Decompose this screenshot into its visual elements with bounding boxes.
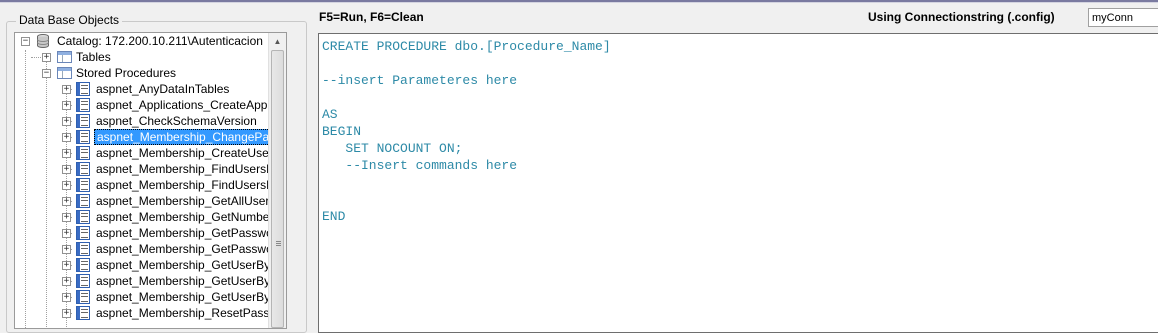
tree-node-label: aspnet_Membership_GetUserByE	[96, 258, 279, 272]
expand-icon[interactable]: +	[62, 293, 71, 302]
window-top-border-inner	[0, 2, 1158, 3]
code-line: --insert Parameteres here	[322, 73, 518, 88]
tree-node-label: Catalog: 172.200.10.211\Autenticacion	[57, 34, 263, 48]
expand-icon[interactable]: +	[42, 53, 51, 62]
tree-node-label: aspnet_Membership_ResetPassw	[96, 306, 279, 320]
collapse-icon[interactable]: −	[42, 69, 51, 78]
tree-node-label: aspnet_Membership_FindUsersBy	[96, 178, 281, 192]
stored-procedure-icon	[76, 306, 90, 320]
tree-scrollbar[interactable]: ▲	[268, 33, 286, 328]
shortcut-hint: F5=Run, F6=Clean	[319, 10, 424, 24]
stored-procedure-icon	[76, 146, 90, 160]
tree-node-label: aspnet_Membership_ChangePass	[94, 129, 285, 145]
db-objects-title: Data Base Objects	[16, 13, 123, 27]
grip-icon	[276, 241, 281, 242]
tree-node-label: aspnet_AnyDataInTables	[96, 82, 230, 96]
scroll-thumb[interactable]	[271, 50, 284, 328]
tree-connector	[46, 61, 48, 328]
code-line: CREATE PROCEDURE dbo.[Procedure_Name]	[322, 39, 611, 54]
tree-node-label: aspnet_Membership_GetUserByU	[96, 290, 279, 304]
connection-label: Using Connectionstring (.config)	[868, 10, 1055, 24]
stored-procedure-icon	[76, 98, 90, 112]
procedures-folder-icon	[57, 67, 72, 79]
tree-connector	[25, 50, 27, 328]
expand-icon[interactable]: +	[62, 309, 71, 318]
stored-procedure-icon	[76, 114, 90, 128]
expand-icon[interactable]: +	[62, 117, 71, 126]
tree-node-label: aspnet_CheckSchemaVersion	[96, 114, 257, 128]
code-line: --Insert commands here	[322, 158, 518, 173]
tree-node-label: aspnet_Membership_GetPasswor	[96, 226, 277, 240]
tree-node-label: aspnet_Membership_GetPasswor	[96, 242, 277, 256]
connection-select[interactable]: myConn	[1088, 8, 1158, 27]
code-line: END	[322, 209, 346, 224]
expand-icon[interactable]: +	[62, 229, 71, 238]
code-line: SET NOCOUNT ON;	[322, 141, 463, 156]
expand-icon[interactable]: +	[62, 197, 71, 206]
stored-procedure-icon	[76, 82, 90, 96]
stored-procedure-icon	[76, 258, 90, 272]
stored-procedure-icon	[76, 242, 90, 256]
expand-icon[interactable]: +	[62, 261, 71, 270]
stored-procedure-icon	[76, 194, 90, 208]
expand-icon[interactable]: +	[62, 245, 71, 254]
expand-icon[interactable]: +	[62, 101, 71, 110]
table-folder-icon	[57, 51, 72, 63]
expand-icon[interactable]: +	[62, 85, 71, 94]
expand-icon[interactable]: +	[62, 277, 71, 286]
stored-procedure-icon	[76, 290, 90, 304]
tree-node-label: aspnet_Membership_FindUsersBy	[96, 162, 281, 176]
expand-icon[interactable]: +	[62, 213, 71, 222]
tree-node-label: Tables	[76, 50, 111, 64]
stored-procedure-icon	[76, 178, 90, 192]
stored-procedure-icon	[76, 162, 90, 176]
expand-icon[interactable]: +	[62, 149, 71, 158]
tree-node-label: aspnet_Membership_GetAllUsers	[96, 194, 276, 208]
scroll-up-icon[interactable]: ▲	[270, 33, 285, 50]
tree-node-label: aspnet_Membership_GetUserByN	[96, 274, 279, 288]
code-line: BEGIN	[322, 124, 362, 139]
tree-node-label: aspnet_Membership_CreateUser	[96, 146, 273, 160]
expand-icon[interactable]: +	[62, 181, 71, 190]
collapse-icon[interactable]: −	[21, 37, 30, 46]
expand-icon[interactable]: +	[62, 165, 71, 174]
db-objects-tree[interactable]: − Catalog: 172.200.10.211\Autenticacion …	[14, 32, 287, 329]
tree-node-label: aspnet_Membership_GetNumberO	[96, 210, 283, 224]
stored-procedure-icon	[76, 130, 90, 144]
sql-editor[interactable]: CREATE PROCEDURE dbo.[Procedure_Name] --i…	[318, 33, 1158, 333]
stored-procedure-icon	[76, 274, 90, 288]
tree-node-label: Stored Procedures	[76, 66, 177, 80]
code-line: AS	[322, 107, 338, 122]
stored-procedure-icon	[76, 210, 90, 224]
stored-procedure-icon	[76, 226, 90, 240]
expand-icon[interactable]: +	[62, 133, 71, 142]
tree-connector	[31, 57, 41, 59]
database-icon	[37, 34, 49, 48]
tree-node-label: aspnet_Applications_CreateAppli	[96, 98, 273, 112]
